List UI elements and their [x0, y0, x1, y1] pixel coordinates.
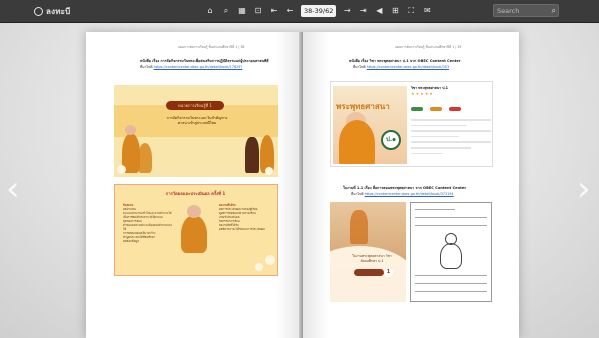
monk-figure: [181, 215, 207, 253]
monk-head: [187, 205, 201, 218]
detail-line: [411, 146, 471, 149]
unit-badge: หน่วยการเรียนรู้ที่ 1: [166, 101, 224, 110]
source-link-row: ที่มาไฟล์ https://contentcenter.obec.go.…: [353, 65, 449, 70]
logo-icon: [34, 6, 43, 16]
source-link-row: ที่มาไฟล์ https://contentcenter.obec.go.…: [351, 192, 454, 197]
lesson-slide-image: หน่วยการเรียนรู้ที่ 1 การจัดกิจกรรมวันพร…: [114, 85, 278, 177]
zoom-icon[interactable]: ⌕: [221, 4, 231, 18]
toolbar-controls: ⌂ ⌕ ▦ ⊡ ⇤ ← 38-39/62 → ⇥ ◀ ⊞ ⛶ ✉: [205, 4, 432, 18]
person-figure: [245, 137, 259, 173]
action-pills: [411, 96, 491, 115]
book-details: วิชา พระพุทธศาสนา ป.1 ★★★★★: [411, 86, 491, 164]
bookmark-icon[interactable]: ⊞: [390, 4, 400, 18]
source-link-label: ที่มาไฟล์: [353, 65, 366, 69]
worksheet-line: [415, 225, 487, 226]
page-header: แผนการจัดการเรียนรู้ ชั้นประถมศึกษาปีที่…: [395, 45, 462, 49]
prev-page-arrow-icon[interactable]: ‹: [6, 172, 20, 206]
assessment-slide-image: การวัดผลและประเมินผล ครั้งที่ 1 ข้อตกลง …: [114, 184, 278, 276]
cover-title: พระพุทธศาสนา: [336, 102, 390, 111]
worksheet-cover-image: ใบงานพระพุทธศาสนา วิชาสังคมศึกษา ป.1 1: [330, 202, 406, 302]
book-preview-image: พระพุทธศาสนา ป.๑ วิชา พระพุทธศาสนา ป.1 ★…: [330, 81, 493, 167]
email-icon[interactable]: ✉: [422, 4, 432, 18]
source-link[interactable]: https://contentcenter.obec.go.th/detail/…: [365, 192, 454, 196]
detail-line: [411, 130, 491, 132]
app-logo[interactable]: ลงทะบี: [34, 5, 70, 17]
book-cover: พระพุทธศาสนา ป.๑: [333, 86, 407, 164]
worksheet-line: [415, 291, 487, 292]
page-caption: หนังสือ เรื่อง การจัดกิจกรรมวันพระเพื่อส…: [140, 59, 269, 63]
report-pill: [449, 107, 462, 111]
buddha-drawing-icon: [440, 243, 462, 269]
thumbnails-icon[interactable]: ▦: [237, 4, 247, 18]
page-indicator[interactable]: 38-39/62: [301, 5, 337, 17]
source-link-label: ที่มาไฟล์: [140, 65, 153, 69]
sound-icon[interactable]: ◀: [374, 4, 384, 18]
logo-text: ลงทะบี: [46, 6, 71, 16]
monk-figure: [339, 120, 375, 164]
text-line: ผลที่คาดว่าจะได้รับและการประเมินผล: [219, 227, 265, 231]
flower-decoration: [255, 263, 263, 271]
slide-left-column: ข้อตกลง ผลประเมิน คะแนนส่วนรวมเข้าใจและถ…: [123, 203, 175, 243]
home-icon[interactable]: ⌂: [205, 4, 215, 18]
next-page-icon[interactable]: →: [342, 4, 352, 18]
worksheet-number: 1: [384, 268, 393, 277]
source-link[interactable]: https://contentcenter.obec.go.th/detail/…: [367, 65, 449, 69]
top-toolbar: ลงทะบี ⌂ ⌕ ▦ ⊡ ⇤ ← 38-39/62 → ⇥ ◀ ⊞ ⛶ ✉ …: [0, 0, 599, 23]
flipbook: แผนการจัดการเรียนรู้ ชั้นประถมศึกษาปีที่…: [86, 32, 519, 338]
fit-icon[interactable]: ⊡: [253, 4, 263, 18]
worksheet-line: [415, 275, 487, 276]
flower-decoration: [265, 255, 275, 265]
detail-line: [411, 152, 443, 155]
text-line: ทดสอบข้อมูล: [123, 239, 139, 243]
left-page[interactable]: แผนการจัดการเรียนรู้ ชั้นประถมศึกษาปีที่…: [86, 32, 302, 338]
worksheet-page-image: [410, 202, 492, 302]
detail-line: [411, 124, 467, 127]
search-icon[interactable]: ⌕: [552, 5, 556, 16]
worksheet-line: [415, 283, 487, 284]
download-pill: [411, 107, 423, 111]
detail-line: [411, 141, 491, 143]
grade-badge: ป.๑: [381, 130, 401, 150]
search-input[interactable]: [497, 5, 545, 16]
worksheet-line: [415, 209, 455, 210]
flower-decoration: [117, 165, 126, 174]
slide-right-column: ผลงานที่ได้รับ ผลการประเมินผลงานของผู้เร…: [219, 203, 273, 231]
first-page-icon[interactable]: ⇤: [269, 4, 279, 18]
worksheet-line: [415, 217, 487, 218]
flower-decoration: [265, 167, 273, 175]
page-header: แผนการจัดการเรียนรู้ ชั้นประถมศึกษาปีที่…: [178, 45, 245, 49]
text-line: คำตอบแต่ละบทละจะต้องตอบคำถามและให้: [123, 223, 173, 231]
source-link-row: ที่มาไฟล์ https://contentcenter.obec.go.…: [140, 65, 242, 70]
slide-title: การจัดกิจกรรมวันพระและวันสำคัญทางศาสนาเข…: [166, 116, 228, 125]
detail-line: [411, 119, 491, 121]
search-box: ⌕: [493, 4, 559, 17]
source-link-label: ที่มาไฟล์: [351, 192, 364, 196]
page-caption: ใบงานที่ 1.1 เรื่อง สื่อการสอนพระพุทธศาส…: [343, 186, 467, 190]
slide-heading: การวัดผลและประเมินผล ครั้งที่ 1: [165, 191, 226, 196]
monk-figure: [138, 143, 152, 173]
monk-head: [125, 125, 136, 135]
detail-line: [411, 135, 459, 138]
share-pill: [430, 107, 443, 111]
page-caption: หนังสือ เรื่อง วิชา พระพุทธศาสนา ป.1 จาก…: [349, 59, 461, 63]
source-link[interactable]: https://contentcenter.obec.go.th/detail/…: [154, 65, 243, 69]
prev-page-icon[interactable]: ←: [285, 4, 295, 18]
fullscreen-icon[interactable]: ⛶: [406, 4, 416, 18]
monk-figure: [350, 210, 368, 244]
right-page[interactable]: แผนการจัดการเรียนรู้ ชั้นประถมศึกษาปีที่…: [303, 32, 519, 338]
next-page-arrow-icon[interactable]: ›: [577, 172, 591, 206]
worksheet-caption: ใบงานพระพุทธศาสนา วิชาสังคมศึกษา ป.1: [352, 254, 392, 263]
worksheet-pill: [354, 269, 384, 276]
last-page-icon[interactable]: ⇥: [358, 4, 368, 18]
